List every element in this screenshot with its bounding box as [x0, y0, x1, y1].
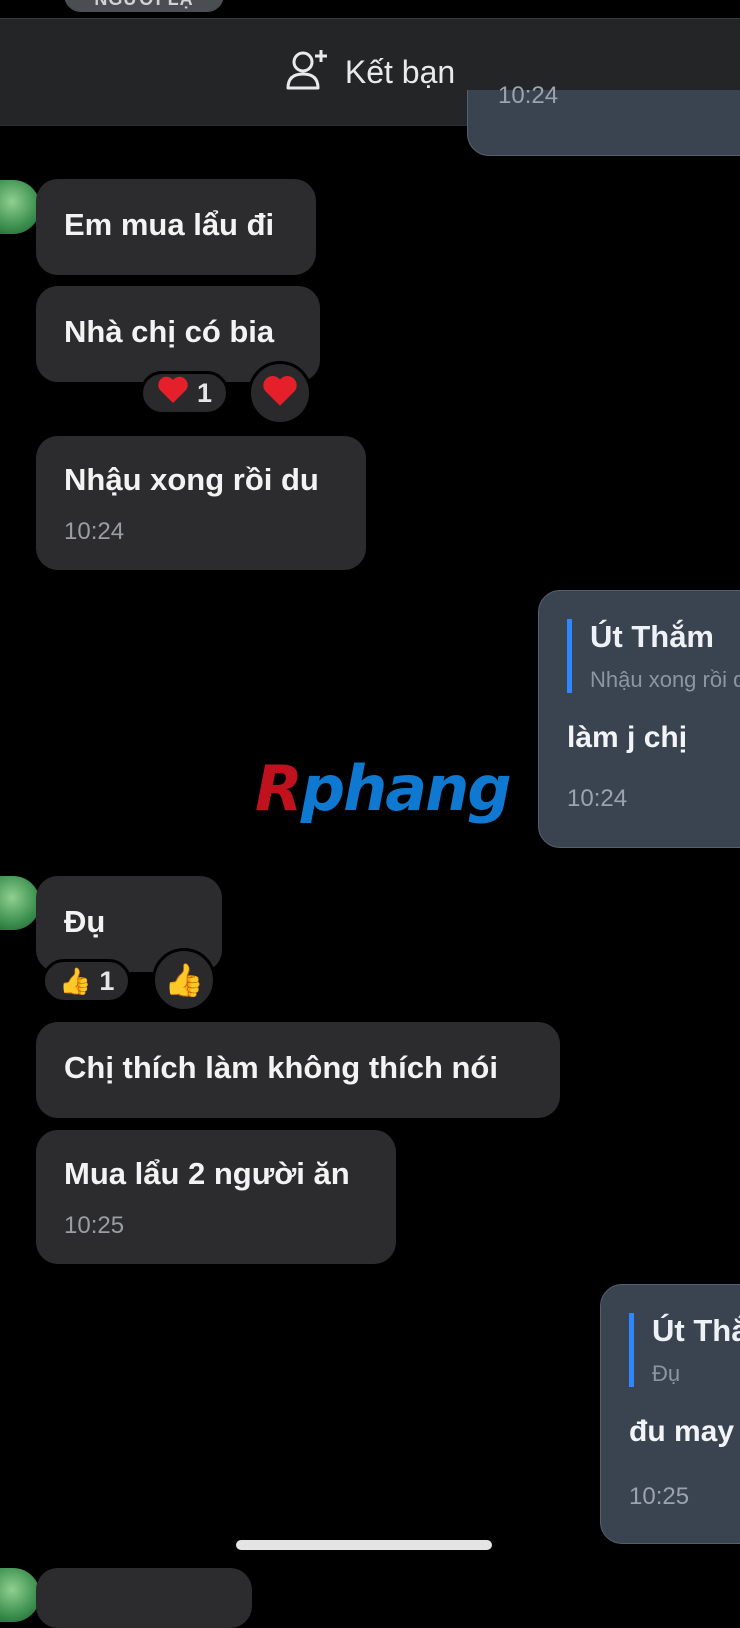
message-text: Đụ: [64, 904, 106, 939]
received-message[interactable]: Mua lẩu 2 người ăn 10:25: [36, 1130, 396, 1264]
message-time: 10:25: [629, 1483, 690, 1510]
received-message[interactable]: Nhậu xong rồi du 10:24: [36, 436, 366, 570]
message-time: 10:24: [64, 518, 125, 545]
contact-avatar[interactable]: [0, 1568, 40, 1622]
sent-message[interactable]: Út Thắm Đụ đu may 10:25: [600, 1284, 740, 1544]
message-text: làm j chị: [567, 721, 688, 754]
quote-sender: Út Thắm: [652, 1313, 740, 1348]
message-text: Mua lẩu 2 người ăn: [64, 1156, 350, 1191]
sent-message[interactable]: 10:24: [467, 84, 740, 156]
sent-message[interactable]: Út Thắm Nhậu xong rồi du làm j chị 10:24: [538, 590, 740, 848]
react-thumbs-up-button[interactable]: 👍: [152, 948, 216, 1012]
stranger-badge: NGƯỜI LẠ: [64, 0, 224, 12]
message-text: đu may: [629, 1415, 735, 1448]
received-message[interactable]: Chị thích làm không thích nói: [36, 1022, 560, 1118]
quote-sender: Út Thắm: [590, 619, 714, 654]
message-text: Chị thích làm không thích nói: [64, 1050, 498, 1085]
contact-avatar[interactable]: [0, 180, 40, 234]
message-time: 10:25: [64, 1212, 125, 1239]
reaction-count: 1: [197, 377, 213, 408]
reaction-count: 1: [99, 965, 115, 996]
message-time: 10:24: [498, 82, 559, 109]
message-text: Nhậu xong rồi du: [64, 462, 319, 497]
reply-quote[interactable]: Út Thắm Nhậu xong rồi du: [567, 619, 740, 693]
reply-quote[interactable]: Út Thắm Đụ: [629, 1313, 740, 1387]
thumbs-up-icon: 👍: [164, 962, 204, 998]
react-heart-button[interactable]: [248, 361, 312, 425]
thumbs-up-icon: 👍: [59, 966, 92, 996]
message-text: Nhà chị có bia: [64, 314, 275, 349]
received-message[interactable]: Em mua lẩu đi: [36, 179, 316, 275]
reaction-summary[interactable]: 1: [140, 371, 230, 415]
contact-avatar[interactable]: [0, 876, 40, 930]
reaction-summary[interactable]: 👍 1: [42, 959, 132, 1003]
add-friend-label: Kết bạn: [344, 53, 456, 90]
heart-icon: [261, 374, 299, 413]
add-friend-icon: [285, 48, 331, 97]
received-message[interactable]: [36, 1568, 252, 1628]
quote-text: Đụ: [652, 1361, 681, 1386]
quote-text: Nhậu xong rồi du: [590, 667, 740, 692]
message-text: Em mua lẩu đi: [64, 207, 275, 242]
message-time: 10:24: [567, 785, 628, 812]
heart-icon: [157, 375, 189, 412]
watermark-logo: Rphang: [255, 752, 512, 825]
home-indicator[interactable]: [236, 1540, 492, 1550]
